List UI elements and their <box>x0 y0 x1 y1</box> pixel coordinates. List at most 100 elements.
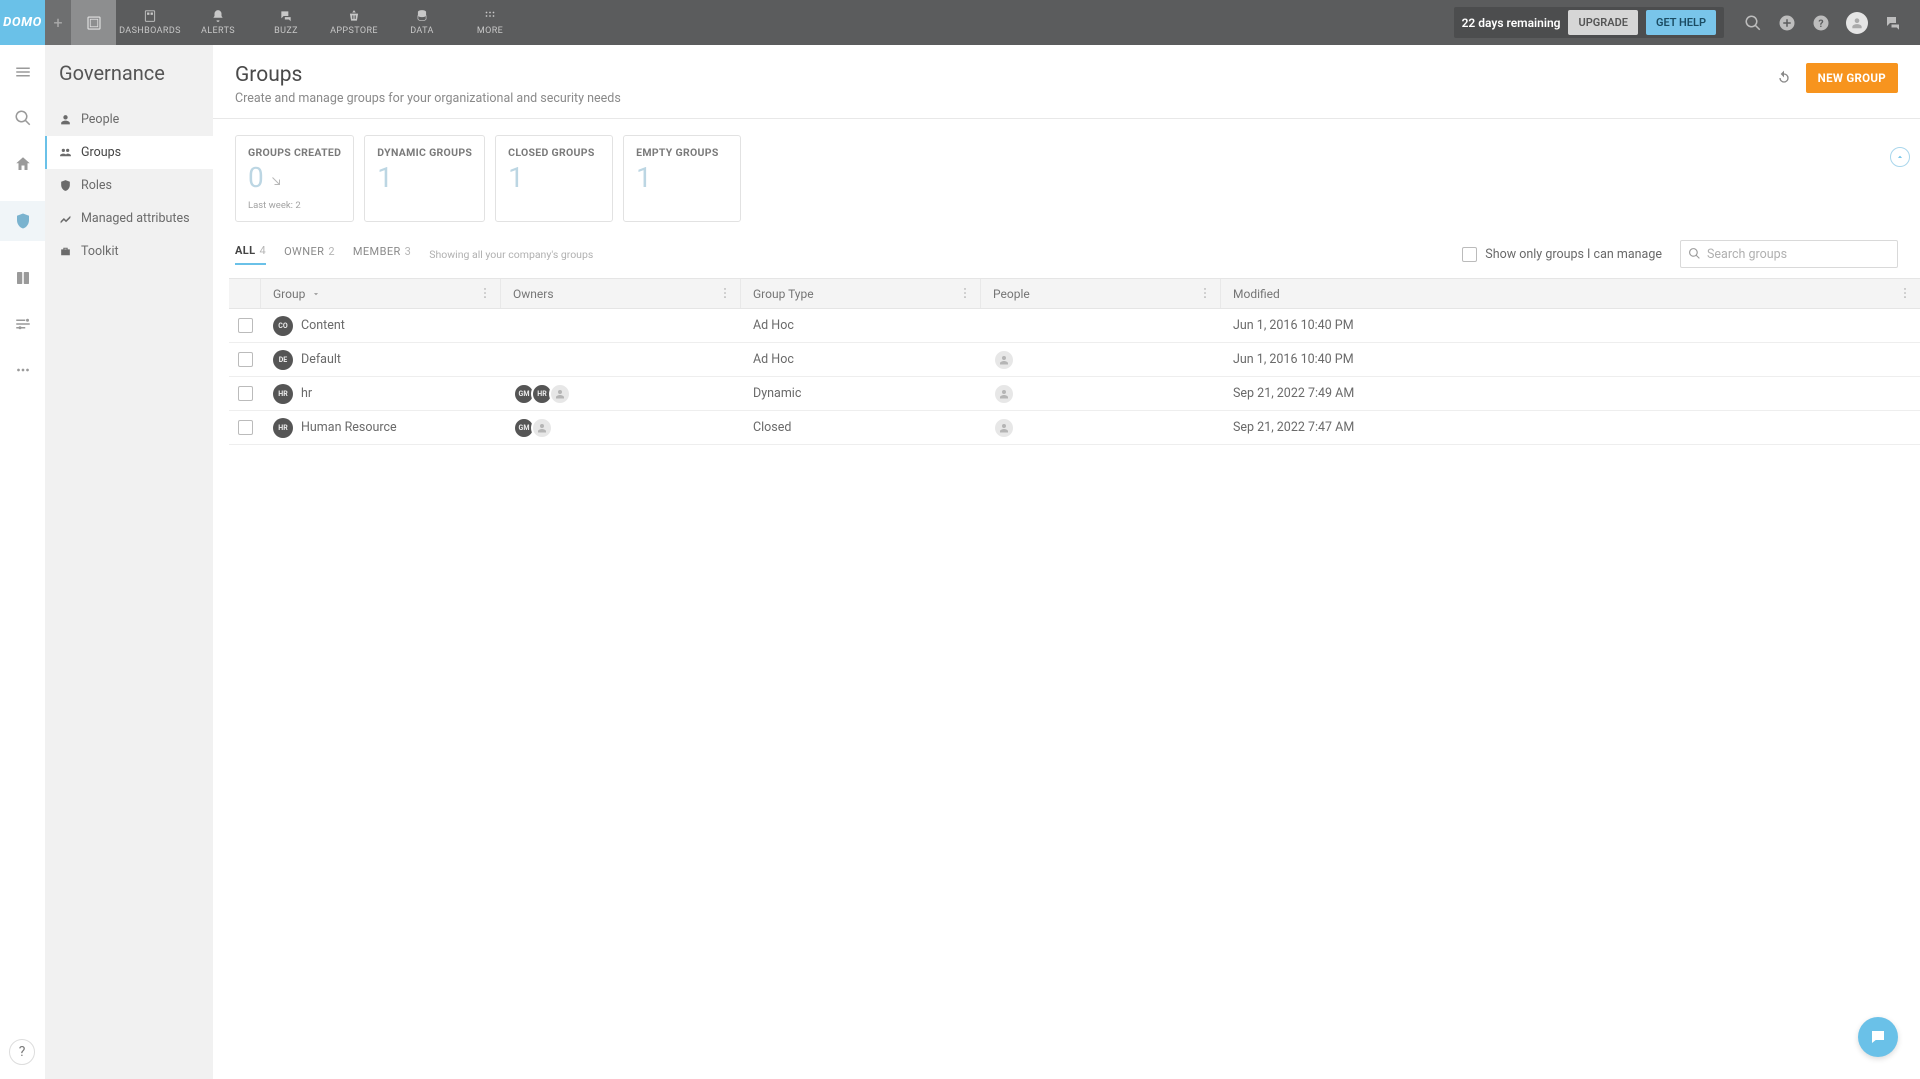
chat-fab[interactable] <box>1858 1017 1898 1057</box>
search-groups <box>1680 240 1898 268</box>
nav-more[interactable]: MORE <box>456 0 524 45</box>
people-avatar-blank <box>993 417 1015 439</box>
filter-bar: ALL 4 OWNER 2 MEMBER 3 Showing all your … <box>213 240 1920 278</box>
filter-tab-count: 4 <box>260 244 267 257</box>
column-menu-icon[interactable] <box>1898 286 1912 300</box>
nav-alerts[interactable]: ALERTS <box>184 0 252 45</box>
nav-alerts-label: ALERTS <box>201 26 235 36</box>
group-badge: DE <box>273 350 293 370</box>
nav-data[interactable]: DATA <box>388 0 456 45</box>
table-row[interactable]: HR Human Resource GM Closed Sep 21, 2022… <box>229 411 1920 445</box>
search-icon[interactable] <box>1744 14 1762 32</box>
help-icon[interactable]: ? <box>1812 14 1830 32</box>
stat-value: 0 <box>248 161 264 194</box>
sidebar-item-toolkit[interactable]: Toolkit <box>45 235 213 268</box>
show-manage-checkbox[interactable] <box>1462 247 1477 262</box>
rail-search-icon[interactable] <box>14 109 32 127</box>
filter-tab-member[interactable]: MEMBER 3 <box>353 245 411 264</box>
current-module-icon[interactable] <box>71 0 116 45</box>
row-checkbox[interactable] <box>238 386 253 401</box>
column-menu-icon[interactable] <box>718 286 732 300</box>
stat-card-created[interactable]: GROUPS CREATED 0 Last week: 2 <box>235 135 354 222</box>
get-help-button[interactable]: GET HELP <box>1646 10 1716 35</box>
sidebar-item-groups[interactable]: Groups <box>45 136 213 169</box>
column-menu-icon[interactable] <box>958 286 972 300</box>
row-checkbox[interactable] <box>238 352 253 367</box>
group-type: Dynamic <box>753 386 801 401</box>
sidebar-item-label: Groups <box>81 145 121 160</box>
buzz-panel-icon[interactable] <box>1884 14 1902 32</box>
rail-governance-icon[interactable] <box>14 212 32 230</box>
stat-card-dynamic[interactable]: DYNAMIC GROUPS 1 <box>364 135 485 222</box>
th-modified[interactable]: Modified <box>1221 279 1920 308</box>
group-name: hr <box>301 386 312 401</box>
governance-sidebar: Governance People Groups Roles Managed a… <box>45 45 213 1079</box>
th-people[interactable]: People <box>981 279 1221 308</box>
rail-settings-icon[interactable] <box>14 315 32 333</box>
groups-table: Group Owners Group Type People Mo <box>229 278 1920 445</box>
nav-dashboards[interactable]: DASHBOARDS <box>116 0 184 45</box>
rail-help-button[interactable]: ? <box>9 1039 35 1065</box>
svg-text:?: ? <box>1818 16 1823 29</box>
row-checkbox[interactable] <box>238 420 253 435</box>
main-panel: Groups Create and manage groups for your… <box>213 45 1920 1079</box>
stat-card-empty[interactable]: EMPTY GROUPS 1 <box>623 135 741 222</box>
people-avatars <box>993 349 1015 371</box>
table-row[interactable]: HR hr GMHR Dynamic Sep 21, 2022 7:49 AM <box>229 377 1920 411</box>
th-type[interactable]: Group Type <box>741 279 981 308</box>
column-menu-icon[interactable] <box>1198 286 1212 300</box>
rail-cards-icon[interactable] <box>14 269 32 287</box>
people-avatars <box>993 383 1015 405</box>
nav-buzz[interactable]: BUZZ <box>252 0 320 45</box>
table-row[interactable]: CO Content Ad Hoc Jun 1, 2016 10:40 PM <box>229 309 1920 343</box>
group-type: Closed <box>753 420 791 435</box>
collapse-stats-button[interactable] <box>1890 147 1910 167</box>
th-owners[interactable]: Owners <box>501 279 741 308</box>
group-badge: HR <box>273 418 293 438</box>
sidebar-item-roles[interactable]: Roles <box>45 169 213 202</box>
brand-logo[interactable]: DOMO <box>0 0 45 45</box>
add-icon[interactable] <box>1778 14 1796 32</box>
stat-value: 1 <box>377 161 393 194</box>
stat-label: EMPTY GROUPS <box>636 146 728 159</box>
people-avatar-blank <box>993 349 1015 371</box>
group-type: Ad Hoc <box>753 352 794 367</box>
page-title: Groups <box>235 63 621 87</box>
sidebar-item-label: Managed attributes <box>81 211 190 226</box>
filter-tab-label: ALL <box>235 244 256 257</box>
refresh-icon[interactable] <box>1776 70 1792 86</box>
stat-cards: GROUPS CREATED 0 Last week: 2 DYNAMIC GR… <box>213 119 1920 240</box>
filter-tab-all[interactable]: ALL 4 <box>235 244 266 265</box>
search-icon <box>1688 247 1701 260</box>
upgrade-button[interactable]: UPGRADE <box>1568 10 1637 35</box>
sidebar-item-managed-attributes[interactable]: Managed attributes <box>45 202 213 235</box>
user-avatar[interactable] <box>1846 12 1868 34</box>
rail-home-icon[interactable] <box>14 155 32 173</box>
table-row[interactable]: DE Default Ad Hoc Jun 1, 2016 10:40 PM <box>229 343 1920 377</box>
rail-more-icon[interactable] <box>14 361 32 379</box>
group-badge: CO <box>273 316 293 336</box>
people-avatar-blank <box>993 383 1015 405</box>
sidebar-item-people[interactable]: People <box>45 103 213 136</box>
top-icons: ? <box>1724 0 1920 45</box>
new-group-button[interactable]: NEW GROUP <box>1806 63 1898 93</box>
column-menu-icon[interactable] <box>478 286 492 300</box>
search-input[interactable] <box>1680 240 1898 268</box>
show-manage-toggle[interactable]: Show only groups I can manage <box>1462 247 1662 262</box>
stat-label: CLOSED GROUPS <box>508 146 600 159</box>
stat-card-closed[interactable]: CLOSED GROUPS 1 <box>495 135 613 222</box>
filter-tab-owner[interactable]: OWNER 2 <box>284 245 335 264</box>
rail-menu-icon[interactable] <box>14 63 32 81</box>
nav-appstore[interactable]: APPSTORE <box>320 0 388 45</box>
th-group[interactable]: Group <box>261 279 501 308</box>
row-checkbox[interactable] <box>238 318 253 333</box>
modified-date: Sep 21, 2022 7:47 AM <box>1233 420 1354 435</box>
add-module-button[interactable]: + <box>45 0 71 45</box>
sort-icon <box>311 289 321 299</box>
sidebar-title: Governance <box>45 61 213 103</box>
group-type: Ad Hoc <box>753 318 794 333</box>
owner-avatar-blank <box>531 417 553 439</box>
nav-data-label: DATA <box>410 26 434 36</box>
trend-down-icon <box>270 175 282 187</box>
group-name: Default <box>301 352 341 367</box>
